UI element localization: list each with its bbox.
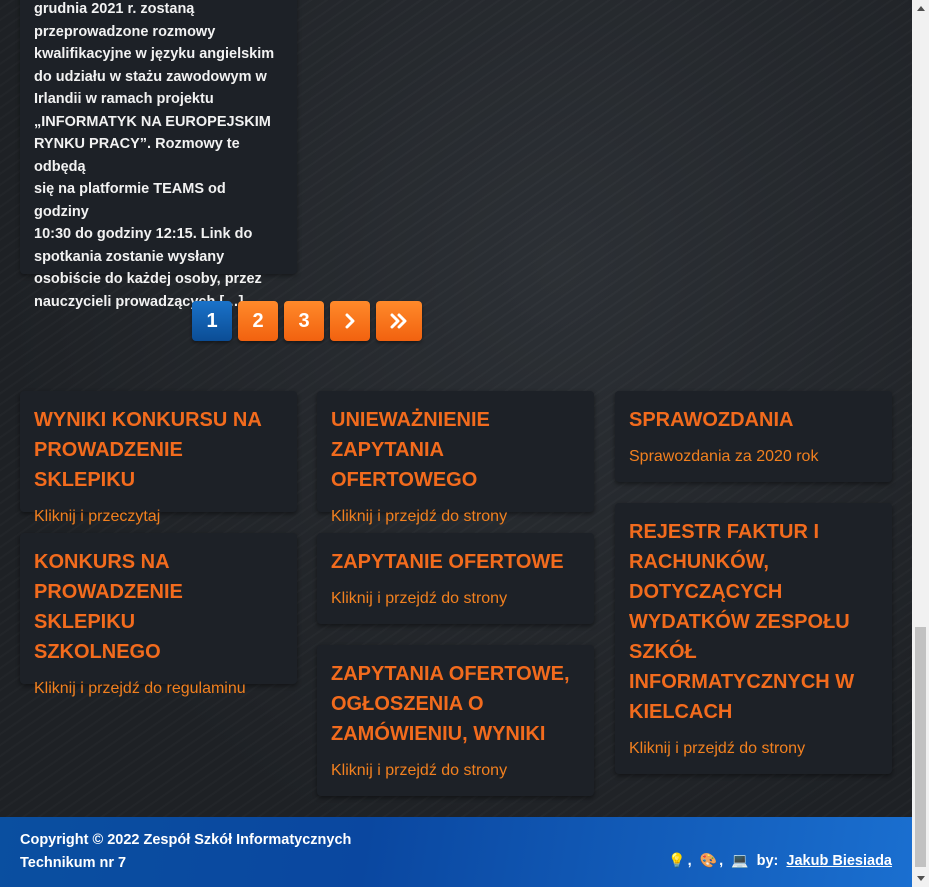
- card-title: KONKURS NA PROWADZENIE SKLEPIKU SZKOLNEG…: [34, 547, 283, 667]
- excerpt-line: grudnia 2021 r. zostaną: [34, 1, 195, 17]
- excerpt-line: się na platformie TEAMS od godziny: [34, 181, 226, 220]
- title-line: PROWADZENIE SKLEPIKU: [34, 439, 183, 491]
- title-line: ZAPYTANIA OFERTOWE,: [331, 663, 570, 685]
- card-title: ZAPYTANIE OFERTOWE: [331, 547, 580, 577]
- arrow-down-icon: [916, 876, 925, 881]
- card-sprawozdania[interactable]: SPRAWOZDANIA Sprawozdania za 2020 rok: [615, 391, 892, 482]
- scrollbar-thumb[interactable]: [915, 627, 926, 867]
- copyright: Copyright © 2022 Zespół Szkół Informatyc…: [20, 829, 351, 875]
- separator: ,: [719, 852, 724, 869]
- title-line: KIELCACH: [629, 701, 733, 723]
- palette-icon: 🎨: [699, 852, 718, 868]
- lightbulb-icon: 💡: [668, 852, 686, 868]
- excerpt-line: do udziału w stażu zawodowym w: [34, 68, 267, 85]
- card-link[interactable]: Kliknij i przejdź do regulaminu: [34, 679, 283, 699]
- page-3-button[interactable]: 3: [284, 301, 324, 341]
- title-line: ZAPYTANIE OFERTOWE: [331, 551, 564, 573]
- title-line: RACHUNKÓW,: [629, 551, 769, 573]
- card-link[interactable]: Kliknij i przeczytaj: [34, 507, 283, 527]
- card-uniewaznienie[interactable]: UNIEWAŻNIENIE ZAPYTANIA OFERTOWEGO Klikn…: [317, 391, 594, 525]
- excerpt-line: przeprowadzone rozmowy: [34, 23, 216, 40]
- laptop-icon: 💻: [731, 852, 749, 868]
- excerpt-line: RYNKU PRACY”. Rozmowy te odbędą: [34, 136, 240, 175]
- arrow-up-icon: [916, 6, 925, 11]
- double-chevron-right-icon: [390, 313, 407, 329]
- title-line: INFORMATYCZNYCH W: [629, 671, 855, 693]
- title-line: ZAPYTANIA OFERTOWEGO: [331, 439, 478, 491]
- title-line: OGŁOSZENIA O: [331, 693, 484, 715]
- last-page-button[interactable]: [376, 301, 422, 341]
- card-wyniki-konkursu[interactable]: WYNIKI KONKURSU NA PROWADZENIE SKLEPIKU …: [20, 391, 297, 525]
- pagination: 1 2 3: [192, 301, 422, 341]
- card-link[interactable]: Kliknij i przejdź do strony: [331, 589, 580, 609]
- copyright-line: Technikum nr 7: [20, 855, 127, 871]
- post-excerpt: grudnia 2021 r. zostaną przeprowadzone r…: [34, 0, 283, 313]
- footer: Copyright © 2022 Zespół Szkół Informatyc…: [0, 817, 912, 887]
- page-1-button[interactable]: 1: [192, 301, 232, 341]
- excerpt-line: Irlandii w ramach projektu: [34, 91, 214, 107]
- chevron-right-icon: [345, 313, 355, 329]
- scroll-down-button[interactable]: [912, 870, 929, 887]
- by-label: by:: [756, 852, 779, 869]
- card-title: SPRAWOZDANIA: [629, 405, 878, 435]
- title-line: KONKURS NA: [34, 551, 170, 573]
- next-page-button[interactable]: [330, 301, 370, 341]
- title-line: WYNIKI KONKURSU NA: [34, 409, 262, 431]
- excerpt-line: „INFORMATYK NA EUROPEJSKIM: [34, 113, 271, 130]
- card-rejestr-faktur[interactable]: REJESTR FAKTUR I RACHUNKÓW, DOTYCZĄCYCH …: [615, 503, 892, 774]
- author-link[interactable]: Jakub Biesiada: [786, 853, 892, 869]
- credits: 💡, 🎨, 💻 by: Jakub Biesiada: [668, 852, 892, 869]
- title-line: SZKÓŁ: [629, 641, 697, 663]
- excerpt-line: spotkania zostanie wysłany: [34, 248, 225, 265]
- separator: ,: [687, 852, 692, 869]
- card-zapytania-ofertowe[interactable]: ZAPYTANIA OFERTOWE, OGŁOSZENIA O ZAMÓWIE…: [317, 645, 594, 796]
- title-line: UNIEWAŻNIENIE: [331, 409, 490, 431]
- card-konkurs-sklepik[interactable]: KONKURS NA PROWADZENIE SKLEPIKU SZKOLNEG…: [20, 533, 297, 697]
- page: grudnia 2021 r. zostaną przeprowadzone r…: [0, 0, 912, 887]
- title-line: DOTYCZĄCYCH: [629, 581, 783, 603]
- card-link[interactable]: Kliknij i przejdź do strony: [331, 507, 580, 527]
- card-title: UNIEWAŻNIENIE ZAPYTANIA OFERTOWEGO: [331, 405, 580, 495]
- card-title: WYNIKI KONKURSU NA PROWADZENIE SKLEPIKU: [34, 405, 283, 495]
- card-title: ZAPYTANIA OFERTOWE, OGŁOSZENIA O ZAMÓWIE…: [331, 659, 580, 749]
- card-link[interactable]: Sprawozdania za 2020 rok: [629, 447, 878, 467]
- title-line: WYDATKÓW ZESPOŁU: [629, 611, 850, 633]
- excerpt-line: kwalifikacyjne w języku angielskim: [34, 46, 275, 62]
- card-zapytanie-ofertowe[interactable]: ZAPYTANIE OFERTOWE Kliknij i przejdź do …: [317, 533, 594, 624]
- page-2-button[interactable]: 2: [238, 301, 278, 341]
- excerpt-line: 10:30 do godziny 12:15. Link do: [34, 226, 253, 242]
- title-line: PROWADZENIE SKLEPIKU: [34, 581, 183, 633]
- card-link[interactable]: Kliknij i przejdź do strony: [629, 739, 878, 759]
- title-line: REJESTR FAKTUR I: [629, 521, 820, 543]
- post-card[interactable]: grudnia 2021 r. zostaną przeprowadzone r…: [20, 0, 297, 310]
- title-line: SZKOLNEGO: [34, 641, 161, 663]
- copyright-line: Copyright © 2022 Zespół Szkół Informatyc…: [20, 832, 352, 848]
- title-line: ZAMÓWIENIU, WYNIKI: [331, 723, 546, 745]
- title-line: SPRAWOZDANIA: [629, 409, 794, 431]
- card-title: REJESTR FAKTUR I RACHUNKÓW, DOTYCZĄCYCH …: [629, 517, 878, 727]
- scroll-up-button[interactable]: [912, 0, 929, 17]
- card-link[interactable]: Kliknij i przejdź do strony: [331, 761, 580, 781]
- scrollbar[interactable]: [912, 0, 929, 887]
- excerpt-line: osobiście do każdej osoby, przez: [34, 271, 262, 287]
